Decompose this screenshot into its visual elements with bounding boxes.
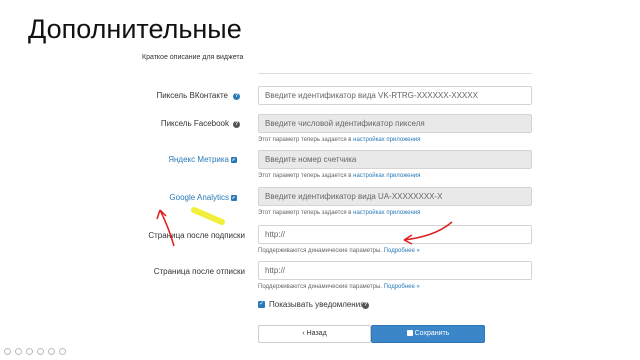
red-arrow-left [159,209,175,247]
yellow-highlight-stroke [191,207,225,225]
slideshow-menu-icon[interactable] [37,348,44,355]
slideshow-pen-icon[interactable] [26,348,33,355]
red-arrow-right [403,221,453,241]
slideshow-prev-icon[interactable] [4,348,11,355]
annotation-overlay [156,207,453,247]
slideshow-next-icon[interactable] [15,348,22,355]
slideshow-zoom-icon[interactable] [48,348,55,355]
slideshow-more-icon[interactable] [59,348,66,355]
